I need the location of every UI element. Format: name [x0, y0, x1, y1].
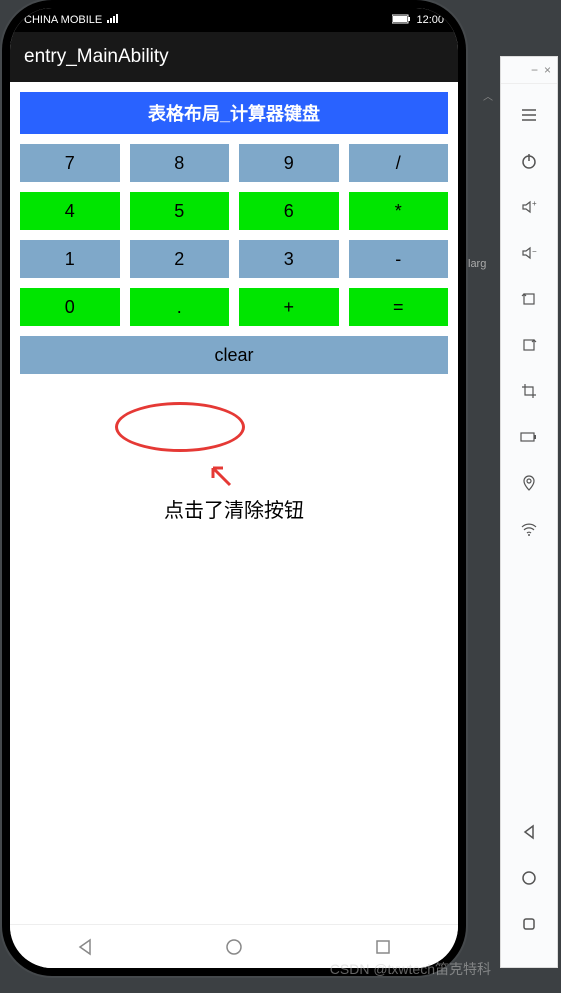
battery-tool-icon[interactable]	[511, 419, 547, 455]
keypad-grid: 789 / 456 * 123- 0.+ =	[20, 144, 448, 326]
scroll-up-icon[interactable]: ︿	[483, 88, 493, 103]
watermark: CSDN @txwtech笛克特科	[330, 959, 491, 979]
annotation-arrow-icon	[205, 460, 237, 497]
tool-back-icon[interactable]	[511, 814, 547, 850]
result-message: 点击了清除按钮	[20, 494, 448, 523]
app-header: entry_MainAbility	[10, 32, 458, 82]
ide-larg-label: larg	[468, 258, 486, 270]
key-*[interactable]: *	[349, 192, 449, 230]
nav-back-button[interactable]	[73, 935, 97, 959]
phone-screen: CHINA MOBILE 12:00 entry_MainAbility 表格布…	[10, 8, 458, 968]
key-.[interactable]: .	[130, 288, 230, 326]
svg-text:−: −	[532, 247, 537, 256]
key-9[interactable]: 9	[239, 144, 339, 182]
clear-label: clear	[214, 345, 253, 366]
emulator-toolbar: − × + −	[500, 56, 558, 968]
clear-button[interactable]: clear	[20, 336, 448, 374]
crop-icon[interactable]	[511, 373, 547, 409]
carrier-label: CHINA MOBILE	[24, 14, 102, 26]
annotation-ellipse	[115, 402, 245, 452]
volume-up-icon[interactable]: +	[511, 189, 547, 225]
rotate-right-icon[interactable]	[511, 327, 547, 363]
tool-home-icon[interactable]	[511, 860, 547, 896]
power-icon[interactable]	[511, 143, 547, 179]
location-icon[interactable]	[511, 465, 547, 501]
nav-home-button[interactable]	[222, 935, 246, 959]
volume-down-icon[interactable]: −	[511, 235, 547, 271]
key-7[interactable]: 7	[20, 144, 120, 182]
menu-icon[interactable]	[511, 97, 547, 133]
key-1[interactable]: 1	[20, 240, 120, 278]
rotate-left-icon[interactable]	[511, 281, 547, 317]
tool-recent-icon[interactable]	[511, 906, 547, 942]
time-label: 12:00	[416, 14, 444, 26]
key-4[interactable]: 4	[20, 192, 120, 230]
key-+[interactable]: +	[239, 288, 339, 326]
key-3[interactable]: 3	[239, 240, 339, 278]
app-title: entry_MainAbility	[24, 46, 169, 68]
wifi-icon[interactable]	[511, 511, 547, 547]
key-2[interactable]: 2	[130, 240, 230, 278]
status-bar: CHINA MOBILE 12:00	[10, 8, 458, 32]
phone-frame: CHINA MOBILE 12:00 entry_MainAbility 表格布…	[2, 0, 466, 976]
key-=[interactable]: =	[349, 288, 449, 326]
battery-icon	[392, 14, 412, 27]
key-/[interactable]: /	[349, 144, 449, 182]
key-0[interactable]: 0	[20, 288, 120, 326]
key-8[interactable]: 8	[130, 144, 230, 182]
calculator-title: 表格布局_计算器键盘	[20, 92, 448, 134]
svg-text:+: +	[532, 199, 537, 208]
nav-recent-button[interactable]	[371, 935, 395, 959]
minimize-icon[interactable]: −	[531, 63, 538, 77]
close-icon[interactable]: ×	[544, 63, 551, 77]
key-6[interactable]: 6	[239, 192, 339, 230]
key-5[interactable]: 5	[130, 192, 230, 230]
signal-icon	[106, 14, 120, 27]
app-body: 表格布局_计算器键盘 789 / 456 * 123- 0.+ = clear 点击了清除按…	[10, 82, 458, 924]
key--[interactable]: -	[349, 240, 449, 278]
